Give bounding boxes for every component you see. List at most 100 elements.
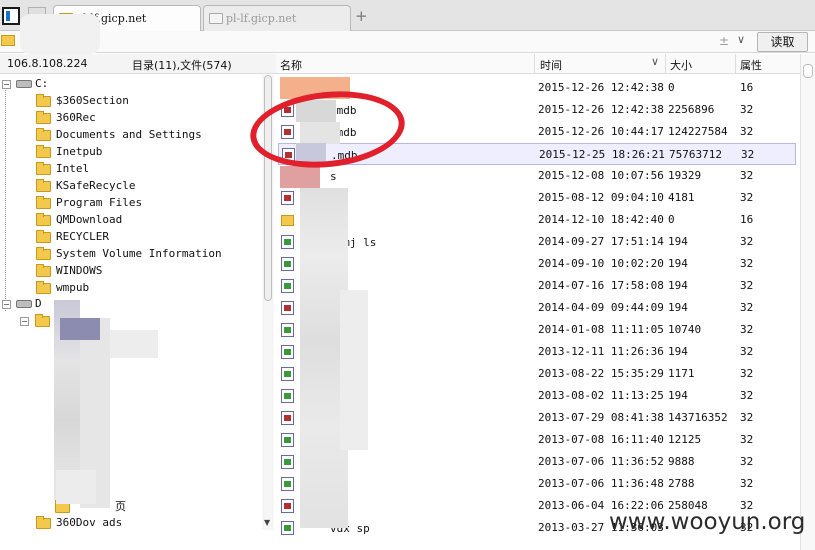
folder-icon [36,161,51,175]
file-icon [281,521,294,535]
drive-icon [16,300,32,308]
column-size[interactable]: 大小 [670,57,692,73]
file-icon [281,215,294,226]
scroll-down-icon[interactable]: ▼ [264,518,270,527]
tree-label: QMDownload [56,213,123,226]
file-row[interactable]: 2015-08-12 09:04:10 4181 32 [278,187,796,209]
collapse-icon[interactable]: − [2,80,11,89]
tree-item-folder[interactable]: 360Dov ads [36,515,123,532]
scrollbar-thumb[interactable] [803,64,813,78]
folder-icon [1,35,15,46]
file-size: 12125 [668,433,702,446]
tree-item-folder[interactable]: Program Files [36,195,143,212]
file-attr: 32 [740,345,754,358]
collapse-icon[interactable]: − [20,317,29,326]
file-attr: 32 [740,477,754,490]
page-icon [209,13,223,24]
tree-item-folder[interactable]: RECYCLER [36,229,109,246]
file-row[interactable]: s 2015-12-08 10:07:56 19329 32 [278,165,796,187]
read-button[interactable]: 读取 [757,32,808,52]
panel-toggle-icon[interactable] [2,7,20,25]
tree-label: 360Dov ads [56,516,123,529]
file-date: 2013-07-06 11:36:52 [538,455,664,468]
tree-label: Documents and Settings [56,128,202,141]
file-row[interactable]: 0fmj ls 2014-09-27 17:51:14 194 32 [278,231,796,253]
file-row[interactable]: nt2014-12-10 18:42:40016 [278,209,796,231]
tree-label: wmpub [56,281,90,294]
list-scrollbar[interactable] [800,54,815,550]
file-size: 4181 [668,191,695,204]
file-date: 2014-04-09 09:44:09 [538,301,664,314]
collapse-icon[interactable]: − [2,300,11,309]
tree-item-folder[interactable]: 360Rec [36,110,96,127]
column-divider [534,54,535,74]
file-icon [281,477,294,491]
file-attr: 32 [740,125,754,138]
tab-inactive[interactable]: pl-lf.gicp.net [203,5,351,31]
tree-item-folder[interactable]: QMDownload [36,212,123,229]
file-date: 2014-07-16 17:58:08 [538,279,664,292]
tree-item-folder[interactable]: WINDOWS [36,263,103,280]
file-size: 19329 [668,169,702,182]
tree-item-folder[interactable]: Documents and Settings [36,127,202,144]
file-attr: 32 [740,103,754,116]
tree-label: Program Files [56,196,143,209]
file-date: 2014-09-10 10:02:20 [538,257,664,270]
folder-icon [35,314,50,327]
file-date: 2014-01-08 11:11:05 [538,323,664,336]
chevron-down-icon[interactable]: ∨ [737,33,745,46]
tree-item-folder[interactable]: wmpub [36,280,90,297]
column-divider [665,54,666,74]
file-attr: 16 [740,81,754,94]
column-divider [735,54,736,74]
file-row[interactable]: 2013-07-06 11:36:48 2788 32 [278,473,796,495]
file-date: 2013-07-08 16:11:40 [538,433,664,446]
file-attr: 32 [740,301,754,314]
folder-icon [36,280,51,294]
tree-item-folder[interactable]: $360Section [36,93,129,110]
file-attr: 32 [740,279,754,292]
folder-icon [36,195,51,209]
path-input[interactable] [18,33,756,51]
new-tab-button[interactable]: + [355,7,368,25]
column-name[interactable]: 名称 [280,57,302,73]
pixelated-region [56,470,96,504]
file-icon [281,235,294,249]
watermark: www.wooyun.org [609,509,806,535]
tree-item-folder[interactable]: KSafeRecycle [36,178,136,195]
tree-label: KSafeRecycle [56,179,136,192]
file-size: 2788 [668,477,695,490]
folder-icon [36,246,51,260]
file-date: 2015-08-12 09:04:10 [538,191,664,204]
file-attr: 16 [740,213,754,226]
folder-icon [36,127,51,141]
plus-minus-icon[interactable]: ± [719,34,729,48]
file-size: 10740 [668,323,702,336]
file-attr: 32 [740,389,754,402]
file-icon [281,345,294,359]
pixelated-region [60,318,100,340]
file-icon [281,191,294,205]
column-time[interactable]: 时间 [540,57,562,73]
file-date: 2013-07-29 08:41:38 [538,411,664,424]
tree-label: WINDOWS [56,264,103,277]
folder-icon [36,515,51,529]
tree-item-folder[interactable]: System Volume Information [36,246,222,263]
file-row[interactable]: 2013-07-06 11:36:52 9888 32 [278,451,796,473]
column-attr[interactable]: 属性 [740,57,762,73]
tree-label: Inetpub [56,145,103,158]
directory-tree: − C: $360Section 360Rec Documents and Sett… [0,75,262,545]
file-size: 0 [668,81,675,94]
tree-label: System Volume Information [56,247,222,260]
file-attr: 32 [740,367,754,380]
file-icon [281,367,294,381]
file-date: 2014-12-10 18:42:40 [538,213,664,226]
file-icon [281,279,294,293]
tree-item-folder[interactable]: Inetpub [36,144,103,161]
folder-icon [36,144,51,158]
tree-label: Intel [56,162,90,175]
file-attr: 32 [740,455,754,468]
file-row[interactable]: 2014-09-10 10:02:20 194 32 [278,253,796,275]
tree-item-folder[interactable]: Intel [36,161,90,178]
tree-label: 页 [115,500,126,513]
